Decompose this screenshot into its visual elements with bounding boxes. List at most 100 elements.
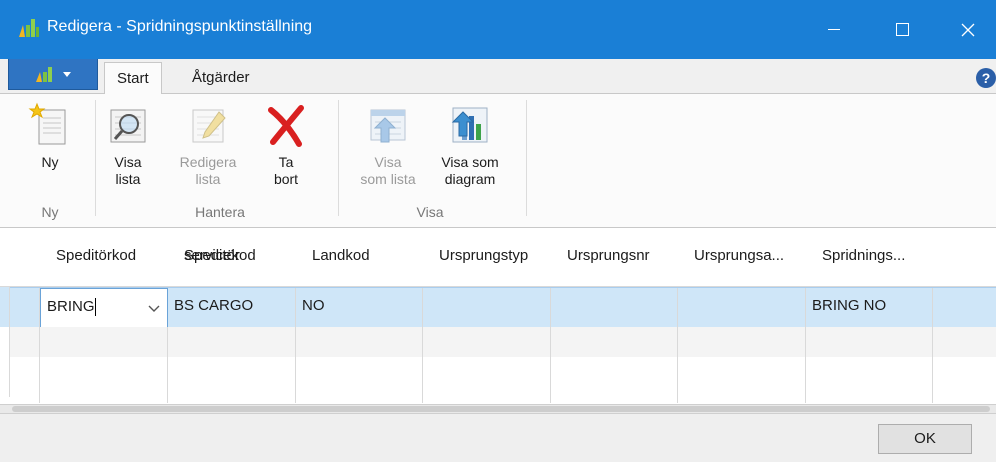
view-list-icon xyxy=(110,109,146,143)
maximize-button[interactable] xyxy=(878,0,926,59)
column-header-ursprungstyp[interactable]: Ursprungstyp xyxy=(423,228,552,287)
button-label: diagram xyxy=(444,171,496,187)
table-cell[interactable] xyxy=(423,288,551,328)
button-label: bort xyxy=(273,171,299,187)
table-cell[interactable] xyxy=(168,357,296,403)
column-header-label: servicekod xyxy=(184,247,256,264)
app-menu-button[interactable] xyxy=(8,59,98,90)
column-header-landkod[interactable]: Landkod xyxy=(296,228,424,287)
column-header-label: Speditörkod xyxy=(56,247,137,264)
table-cell[interactable] xyxy=(551,327,678,357)
column-header-label: Spridnings... xyxy=(822,247,906,264)
column-header-label: Ursprungstyp xyxy=(439,247,529,264)
tab-start[interactable]: Start xyxy=(104,62,162,95)
table-cell[interactable] xyxy=(423,357,551,403)
minimize-button[interactable] xyxy=(810,0,858,59)
view-as-list-button[interactable]: Visa som lista xyxy=(350,94,426,188)
data-grid: Speditörkod Speditör servicekod Landkod U… xyxy=(0,228,996,408)
column-header-speditorkod[interactable]: Speditörkod xyxy=(40,228,169,287)
column-header-label: Ursprungsnr xyxy=(567,247,650,264)
button-label: som lista xyxy=(360,171,416,187)
button-label: Visa som xyxy=(441,154,499,170)
cell-value: BRING NO xyxy=(812,297,887,314)
delete-x-icon xyxy=(268,105,304,147)
table-cell[interactable] xyxy=(40,327,168,357)
table-cell[interactable] xyxy=(168,327,296,357)
edit-list-button[interactable]: Redigera lista xyxy=(176,94,240,188)
row-selector[interactable] xyxy=(0,327,10,357)
cell-value: BS CARGO xyxy=(174,297,254,314)
chevron-down-icon[interactable] xyxy=(148,305,160,313)
table-row[interactable]: BRING BS CARGO NO BRING NO xyxy=(10,287,996,329)
tab-atgarder[interactable]: Åtgärder xyxy=(180,62,262,93)
dialog-footer: OK xyxy=(0,413,996,462)
grid-corner xyxy=(0,228,41,287)
ribbon-panel: Ny Ny Visa lista Redigera lista Ta bort … xyxy=(0,94,996,228)
row-selector[interactable] xyxy=(0,287,10,327)
column-header-label: Landkod xyxy=(312,247,370,264)
app-logo-icon xyxy=(18,16,40,38)
view-list-button[interactable]: Visa lista xyxy=(103,94,153,188)
table-cell[interactable] xyxy=(40,357,168,403)
button-label: Visa xyxy=(114,154,142,170)
column-header-ursprungsnr[interactable]: Ursprungsnr xyxy=(551,228,679,287)
delete-button[interactable]: Ta bort xyxy=(262,94,310,188)
help-icon[interactable]: ? xyxy=(976,68,996,88)
ok-button[interactable]: OK xyxy=(878,424,972,454)
group-label-visa: Visa xyxy=(416,204,444,220)
table-cell[interactable] xyxy=(678,288,806,328)
button-label: Visa xyxy=(374,154,402,170)
table-cell[interactable] xyxy=(806,327,933,357)
table-cell[interactable] xyxy=(678,357,806,403)
button-label: lista xyxy=(195,171,221,187)
column-header-speditor-servicekod[interactable]: Speditör servicekod xyxy=(168,228,297,287)
cell-value: BRING xyxy=(47,298,95,315)
ribbon-tab-strip: Start Åtgärder ? xyxy=(0,59,996,95)
speditorkod-field[interactable]: BRING xyxy=(40,288,168,328)
table-cell[interactable] xyxy=(296,357,423,403)
tab-label: Åtgärder xyxy=(192,69,250,86)
scrollbar-thumb[interactable] xyxy=(12,406,990,412)
table-row[interactable] xyxy=(10,357,996,403)
chart-view-icon xyxy=(451,107,488,143)
close-button[interactable] xyxy=(944,0,992,59)
table-cell[interactable] xyxy=(806,357,933,403)
row-selector[interactable] xyxy=(0,357,10,397)
chevron-down-icon xyxy=(63,71,71,77)
new-button[interactable]: Ny xyxy=(22,94,78,171)
table-cell[interactable]: BRING NO xyxy=(806,288,933,328)
table-cell[interactable] xyxy=(296,327,423,357)
group-separator xyxy=(526,100,527,216)
app-logo-icon xyxy=(36,67,52,82)
group-separator xyxy=(95,100,96,216)
table-cell[interactable]: NO xyxy=(296,288,423,328)
tab-label: Start xyxy=(117,70,149,87)
title-bar: Redigera - Spridningspunktinställning xyxy=(0,0,996,59)
text-caret xyxy=(95,298,96,316)
edit-list-icon xyxy=(192,109,226,143)
window-title: Redigera - Spridningspunktinställning xyxy=(47,18,313,35)
column-header-label: Ursprungsa... xyxy=(694,247,785,264)
row-indicator-cell xyxy=(10,288,40,328)
column-header-filler xyxy=(933,228,996,287)
button-label: lista xyxy=(115,171,141,187)
view-as-chart-button[interactable]: Visa som diagram xyxy=(430,94,510,188)
table-cell[interactable] xyxy=(423,327,551,357)
table-cell[interactable] xyxy=(551,288,678,328)
new-document-icon xyxy=(28,102,66,145)
table-row[interactable] xyxy=(10,327,996,357)
table-cell[interactable] xyxy=(678,327,806,357)
button-label: Ny xyxy=(41,154,59,170)
button-label: Ta xyxy=(278,154,294,170)
cell-value: NO xyxy=(302,297,325,314)
group-label-hantera: Hantera xyxy=(195,204,245,220)
table-cell[interactable] xyxy=(551,357,678,403)
column-header-spridningspunkt[interactable]: Spridnings... xyxy=(806,228,934,287)
table-cell[interactable]: BS CARGO xyxy=(168,288,296,328)
group-separator xyxy=(338,100,339,216)
group-label-ny: Ny xyxy=(41,204,59,220)
column-header-ursprungsadress[interactable]: Ursprungsa... xyxy=(678,228,807,287)
list-view-icon xyxy=(370,109,406,143)
table-cell xyxy=(10,357,40,403)
table-cell xyxy=(10,327,40,357)
